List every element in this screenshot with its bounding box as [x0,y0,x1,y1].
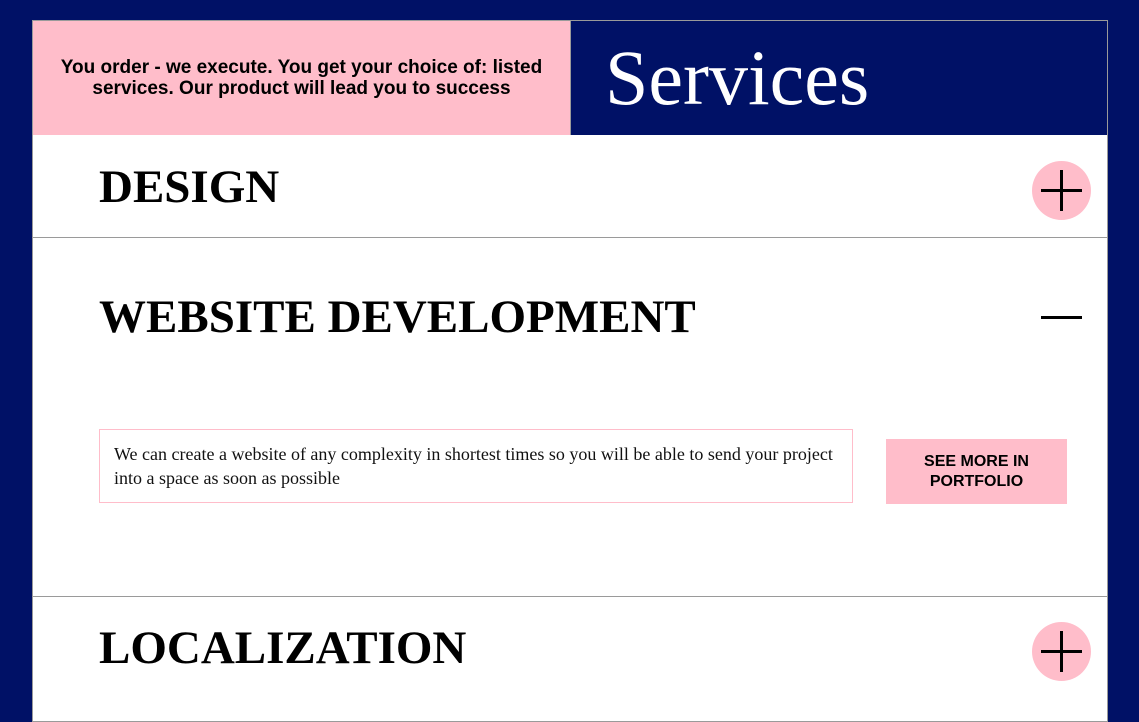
minus-icon [1041,316,1082,319]
services-header: You order - we execute. You get your cho… [33,21,1107,135]
plus-icon [1041,631,1082,672]
services-tagline: You order - we execute. You get your cho… [33,21,571,135]
accordion-item-website-development[interactable]: WEBSITE DEVELOPMENT We can create a webs… [33,238,1107,597]
accordion-item-localization[interactable]: LOCALIZATION [33,597,1107,717]
collapse-button-website-development[interactable] [1032,288,1091,347]
service-description: We can create a website of any complexit… [99,429,853,503]
expand-button-design[interactable] [1032,161,1091,220]
services-title: Services [571,21,1107,135]
expand-button-localization[interactable] [1032,622,1091,681]
plus-icon [1041,170,1082,211]
see-more-portfolio-button[interactable]: SEE MORE IN PORTFOLIO [886,439,1067,504]
accordion-item-design[interactable]: DESIGN [33,135,1107,238]
accordion-title-localization: LOCALIZATION [99,622,467,674]
services-panel: You order - we execute. You get your cho… [32,20,1108,722]
accordion-title-design: DESIGN [99,161,280,213]
accordion-title-website-development: WEBSITE DEVELOPMENT [99,291,696,343]
